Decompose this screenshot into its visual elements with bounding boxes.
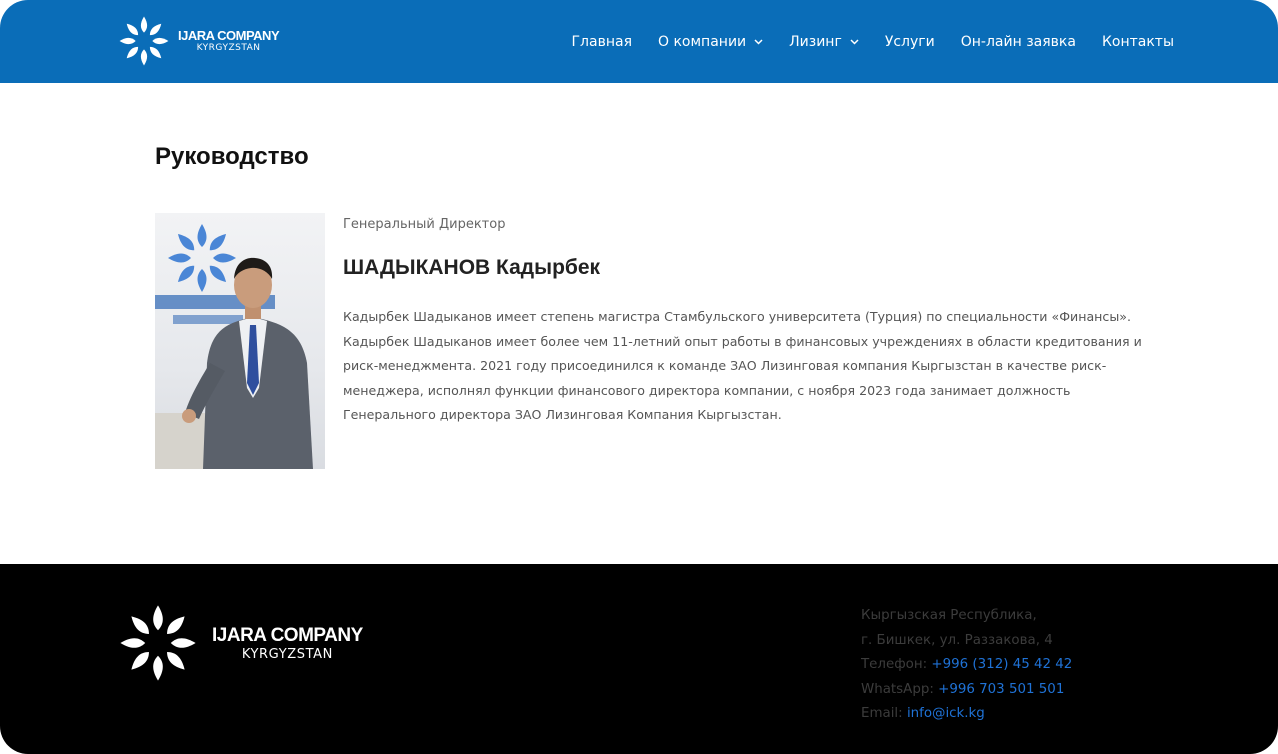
brand-name: IJARA COMPANY [178,28,280,43]
email-link[interactable]: info@ick.kg [907,706,985,721]
nav-item-leasing[interactable]: Лизинг [789,34,859,50]
nav-item-home[interactable]: Главная [572,34,632,50]
header-logo-text: IJARA COMPANY KYRGYZSTAN [178,28,280,53]
star-flower-logo-icon [120,605,196,681]
chevron-down-icon [754,38,763,45]
main-nav: Главная О компании Лизинг Услуги Он-лайн… [572,0,1174,83]
whatsapp-line: WhatsApp: +996 703 501 501 [861,678,1072,703]
footer-logo[interactable]: IJARA COMPANY KYRGYZSTAN [118,603,363,683]
nav-item-label: Главная [571,33,632,50]
nav-item-label: О компании [658,33,747,50]
star-flower-logo-icon [119,16,169,66]
brand-name: IJARA COMPANY [212,624,363,646]
nav-item-online-application[interactable]: Он-лайн заявка [961,34,1076,50]
whatsapp-label: WhatsApp: [861,681,934,697]
nav-item-label: Услуги [884,33,935,50]
footer-contacts: Кыргызская Республика, г. Бишкек, ул. Ра… [861,604,1072,727]
email-line: Email: info@ick.kg [861,702,1072,727]
page-title: Руководство [155,143,309,170]
leader-bio: Кадырбек Шадыканов имеет степень магистр… [343,309,1142,422]
whatsapp-link[interactable]: +996 703 501 501 [938,682,1064,697]
site-header: IJARA COMPANY KYRGYZSTAN Главная О компа… [0,0,1278,83]
chevron-down-icon [850,38,859,45]
nav-item-label: Контакты [1101,33,1174,50]
brand-subtitle: KYRGYZSTAN [196,43,261,53]
page-frame: IJARA COMPANY KYRGYZSTAN Главная О компа… [0,0,1278,754]
leader-role: Генеральный Директор [343,217,506,232]
nav-item-about[interactable]: О компании [658,34,763,50]
nav-item-label: Лизинг [789,33,842,50]
nav-item-services[interactable]: Услуги [885,34,935,50]
footer-logo-text: IJARA COMPANY KYRGYZSTAN [212,626,363,661]
leader-name: ШАДЫКАНОВ Кадырбек [343,256,601,279]
header-logo[interactable]: IJARA COMPANY KYRGYZSTAN [118,15,280,67]
phone-line: Телефон: +996 (312) 45 42 42 [861,653,1072,678]
email-label: Email: [861,706,903,721]
address-line: г. Бишкек, ул. Раззакова, 4 [861,632,1053,648]
leader-photo [155,213,325,469]
brand-subtitle: KYRGYZSTAN [241,646,333,662]
nav-item-label: Он-лайн заявка [960,33,1076,50]
leader-photo-illustration [155,224,313,469]
nav-item-contacts[interactable]: Контакты [1102,34,1174,50]
phone-link[interactable]: +996 (312) 45 42 42 [931,657,1072,672]
address-line: Кыргызская Республика, [861,608,1037,623]
phone-label: Телефон: [861,657,928,672]
